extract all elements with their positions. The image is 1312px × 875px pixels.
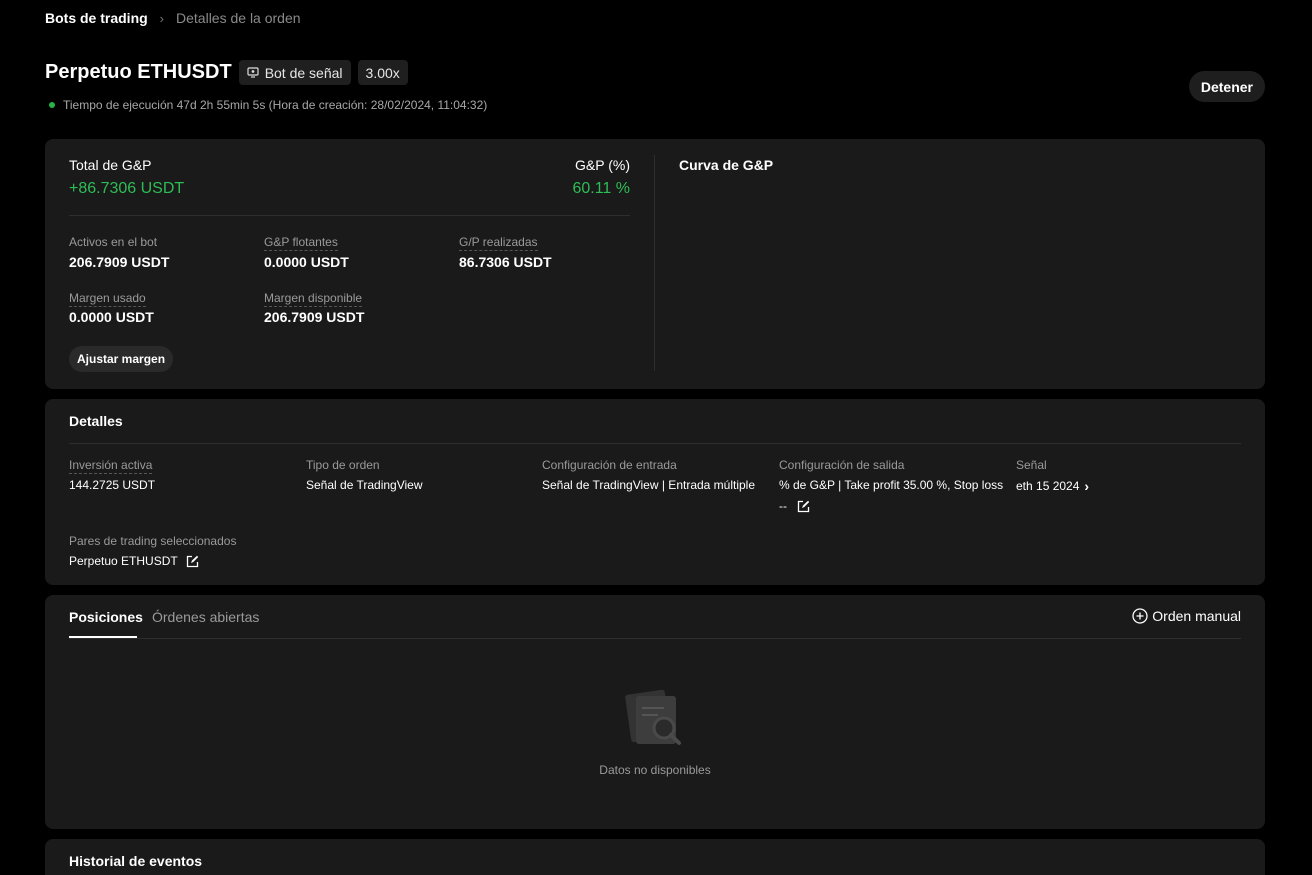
- runtime-info: Tiempo de ejecución 47d 2h 55min 5s (Hor…: [49, 98, 487, 112]
- entry-config-value: Señal de TradingView | Entrada múltiple: [542, 478, 756, 492]
- floating-pnl-label[interactable]: G&P flotantes: [264, 235, 338, 251]
- breadcrumb-root-link[interactable]: Bots de trading: [45, 10, 148, 26]
- divider: [69, 443, 1241, 444]
- positions-card: Posiciones Órdenes abiertas Orden manual…: [45, 595, 1265, 829]
- manual-order-label: Orden manual: [1152, 608, 1241, 624]
- runtime-text: Tiempo de ejecución 47d 2h 55min 5s (Hor…: [63, 98, 488, 112]
- used-margin-label[interactable]: Margen usado: [69, 291, 146, 307]
- title-row: Perpetuo ETHUSDT Bot de señal 3.00x: [45, 60, 408, 85]
- realized-pnl-value: 86.7306 USDT: [459, 254, 552, 270]
- assets-label: Activos en el bot: [69, 235, 158, 249]
- pnl-pct-label: G&P (%): [575, 157, 630, 173]
- chart-title: Curva de G&P: [679, 157, 774, 173]
- tab-positions[interactable]: Posiciones: [69, 609, 143, 625]
- exit-config-value-line2: --: [779, 499, 810, 513]
- page-title: Perpetuo ETHUSDT: [45, 61, 232, 83]
- adjust-margin-button[interactable]: Ajustar margen: [69, 346, 174, 372]
- edit-icon[interactable]: [797, 500, 810, 513]
- divider: [69, 215, 630, 216]
- trading-pairs-label: Pares de trading seleccionados: [69, 534, 237, 548]
- exit-config-value: % de G&P | Take profit 35.00 %, Stop los…: [779, 478, 1004, 492]
- breadcrumb: Bots de trading › Detalles de la orden: [45, 10, 301, 26]
- details-card: Detalles Inversión activa 144.2725 USDT …: [45, 399, 1265, 585]
- floating-pnl-value: 0.0000 USDT: [264, 254, 349, 270]
- realized-pnl-label[interactable]: G/P realizadas: [459, 235, 538, 251]
- pnl-curve-chart: 60 %40 %20 %0 %-20 %28/23/36/39/313/316/…: [665, 189, 1255, 349]
- pnl-pct-value: 60.11 %: [572, 180, 630, 197]
- divider: [69, 638, 1241, 639]
- stop-button[interactable]: Detener: [1188, 71, 1265, 102]
- used-margin-value: 0.0000 USDT: [69, 309, 154, 325]
- breadcrumb-current: Detalles de la orden: [176, 10, 301, 26]
- edit-icon[interactable]: [186, 555, 199, 568]
- trading-pairs-value: Perpetuo ETHUSDT: [69, 554, 178, 568]
- stop-loss-value: --: [779, 499, 787, 513]
- available-margin-value: 206.7909 USDT: [264, 309, 365, 325]
- tab-open-orders[interactable]: Órdenes abiertas: [152, 609, 259, 625]
- active-investment-label[interactable]: Inversión activa: [69, 458, 153, 474]
- signal-label: Señal: [1016, 458, 1047, 472]
- assets-value: 206.7909 USDT: [69, 254, 170, 270]
- empty-state-text: Datos no disponibles: [599, 763, 711, 777]
- bot-type-label: Bot de señal: [264, 64, 343, 81]
- exit-config-label: Configuración de salida: [779, 458, 905, 472]
- order-type-value: Señal de TradingView: [306, 478, 423, 492]
- leverage-badge: 3.00x: [357, 60, 408, 85]
- plus-circle-icon: [1132, 608, 1148, 624]
- trading-pairs-value-row: Perpetuo ETHUSDT: [69, 554, 199, 568]
- summary-card: Total de G&P +86.7306 USDT G&P (%) 60.11…: [45, 139, 1265, 389]
- signal-value: eth 15 2024: [1016, 479, 1080, 493]
- signal-link[interactable]: eth 15 2024 ›: [1016, 478, 1089, 494]
- status-dot-icon: [49, 102, 55, 108]
- order-type-label: Tipo de orden: [306, 458, 380, 472]
- details-title: Detalles: [69, 413, 123, 429]
- bot-type-badge: Bot de señal: [238, 60, 351, 85]
- event-history-title: Historial de eventos: [69, 853, 203, 869]
- chevron-right-icon: ›: [159, 10, 165, 26]
- total-pnl-label: Total de G&P: [69, 157, 152, 173]
- vertical-divider: [654, 155, 655, 371]
- total-pnl-value: +86.7306 USDT: [69, 180, 185, 197]
- event-history-card: Historial de eventos: [45, 839, 1265, 875]
- empty-data-icon: [625, 690, 681, 745]
- active-investment-value: 144.2725 USDT: [69, 478, 156, 492]
- entry-config-label: Configuración de entrada: [542, 458, 677, 472]
- signal-bot-icon: [247, 67, 259, 78]
- manual-order-button[interactable]: Orden manual: [1132, 608, 1241, 624]
- chevron-right-icon: ›: [1084, 478, 1090, 494]
- available-margin-label[interactable]: Margen disponible: [264, 291, 363, 307]
